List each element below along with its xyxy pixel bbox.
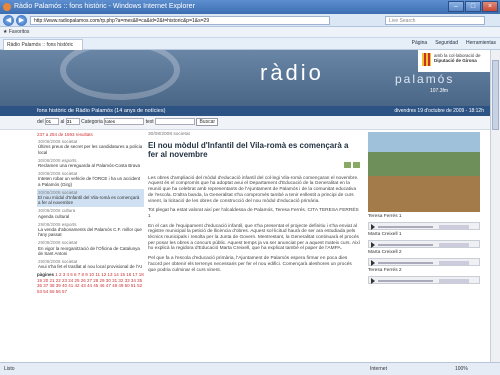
window-buttons: – □ ×: [448, 1, 498, 12]
url-input[interactable]: http://www.radiopalamos.com/rp.php?a=mes…: [30, 16, 330, 25]
search-input[interactable]: Live Search: [385, 16, 485, 25]
back-icon[interactable]: ◀: [3, 15, 14, 26]
article-paragraph: Pel que fa a l'escola d'educació primàri…: [148, 256, 352, 273]
status-bar: Listo Internet 100%: [0, 362, 500, 375]
dipu-line2: Diputació de Girona: [434, 58, 477, 63]
maximize-icon[interactable]: □: [465, 1, 481, 12]
print-icon[interactable]: [353, 161, 360, 168]
tools-menu[interactable]: Herramientas: [466, 40, 496, 46]
audio-player[interactable]: [368, 258, 480, 266]
close-icon[interactable]: ×: [482, 1, 498, 12]
site-logo-sub: palamós: [395, 72, 455, 86]
article: 30/08/2008 societat El nou mòdul d'Infan…: [148, 132, 360, 362]
page-content: ràdio palamós 107.3fm amb la col·laborac…: [0, 50, 490, 362]
filter-from-label: del: [37, 119, 44, 125]
list-item-selected[interactable]: 30/08/2008 societat El nou mòdul d'Infant…: [37, 188, 144, 208]
article-tools: [148, 161, 360, 170]
address-bar: ◀ ▶ http://www.radiopalamos.com/rp.php?a…: [0, 14, 500, 27]
article-paragraph: Tot plegat ha estat valorat així per l'a…: [148, 208, 359, 219]
article-title: El nou mòdul d'Infantil del Vila-romà es…: [148, 140, 349, 159]
list-item[interactable]: 29/08/2008 societat En vigor la reorganit…: [37, 239, 144, 258]
day-to-input[interactable]: [65, 118, 80, 126]
seek-bar[interactable]: [378, 262, 433, 264]
search-button[interactable]: Buscar: [196, 118, 219, 126]
current-date: divendres 19 d'octubre de 2009 - 18:12h: [394, 108, 484, 114]
frequency-label: 107.3fm: [430, 88, 449, 94]
text-input[interactable]: [155, 118, 196, 126]
tab-bar: Ràdio Palamós :: fons històric Página Se…: [0, 38, 500, 50]
pagination[interactable]: pàgines 1 2 3 4 5 6 7 8 9 10 11 12 13 14…: [37, 272, 144, 294]
command-bar: Página Seguridad Herramientas: [412, 40, 496, 46]
seek-bar[interactable]: [378, 226, 433, 228]
category-label: Categoria: [81, 119, 103, 125]
media-sidebar: Teresa Ferrés 1 Marta Creixell 1 Marta C…: [368, 132, 480, 362]
day-from-input[interactable]: [45, 118, 60, 126]
section-header: fons històric de Ràdio Palamós (14 anys …: [0, 106, 490, 116]
audio-player[interactable]: [368, 276, 480, 284]
email-icon[interactable]: [344, 161, 351, 168]
page-menu[interactable]: Página: [412, 40, 428, 46]
site-banner: ràdio palamós 107.3fm amb la col·laborac…: [0, 50, 490, 106]
status-text: Listo: [4, 366, 15, 372]
results-count: 237 a 284 de 1693 resultats: [37, 132, 93, 137]
volume-slider[interactable]: [439, 243, 469, 247]
scrollbar-thumb[interactable]: [492, 60, 499, 130]
play-icon[interactable]: [371, 224, 375, 230]
audio-caption: Teresa Ferrés 1: [368, 214, 402, 219]
list-item[interactable]: 29/08/2008 esports La venda d'abonaments …: [37, 221, 144, 240]
list-item[interactable]: 30/08/2008 cultura Agenda cultural: [37, 207, 144, 220]
tab-active[interactable]: Ràdio Palamós :: fons històric: [3, 39, 83, 50]
security-zone: Internet: [370, 366, 387, 372]
minimize-icon[interactable]: –: [448, 1, 464, 12]
safety-menu[interactable]: Seguridad: [435, 40, 458, 46]
list-item[interactable]: 30/08/2008 esports Reclamen una rereguard…: [37, 157, 144, 170]
vertical-scrollbar[interactable]: [490, 50, 500, 362]
audio-caption: Marta Creixell 2: [368, 250, 402, 255]
zoom-level[interactable]: 100%: [455, 363, 468, 375]
shield-icon: [422, 53, 431, 66]
favorites-bar: ★ Favoritos: [0, 27, 500, 38]
volume-slider[interactable]: [439, 261, 469, 265]
seek-bar[interactable]: [378, 280, 433, 282]
audio-player[interactable]: [368, 222, 480, 230]
list-item[interactable]: 30/08/2008 societat Inteten robar un vehi…: [37, 170, 144, 189]
audio-caption: Marta Creixell 1: [368, 232, 402, 237]
seek-bar[interactable]: [378, 244, 433, 246]
site-logo[interactable]: ràdio: [260, 60, 324, 86]
filter-bar: del al Categoria text Buscar: [0, 116, 490, 130]
browser-window: Ràdio Palamós :: fons històric - Windows…: [0, 0, 500, 375]
window-titlebar: Ràdio Palamós :: fons històric - Windows…: [0, 0, 500, 14]
ie-logo-icon: [3, 3, 11, 11]
section-title: fons històric de Ràdio Palamós (14 anys …: [37, 108, 166, 114]
article-paragraph: Les obres d'ampliació del mòdul d'educac…: [148, 175, 359, 204]
filter-to-label: al: [60, 119, 65, 125]
audio-player[interactable]: [368, 240, 480, 248]
play-icon[interactable]: [371, 278, 375, 284]
play-icon[interactable]: [371, 260, 375, 266]
category-select[interactable]: [104, 118, 145, 126]
favorites-button[interactable]: Favoritos: [9, 29, 30, 35]
window-title: Ràdio Palamós :: fons històric - Windows…: [14, 3, 195, 10]
volume-slider[interactable]: [439, 225, 469, 229]
text-label: text: [145, 119, 154, 125]
list-item[interactable]: 29/08/2008 societat Avui s'ha fet el tras…: [37, 258, 144, 271]
forward-icon[interactable]: ▶: [16, 15, 27, 26]
wave-logo-icon: [60, 50, 180, 100]
list-item[interactable]: 30/08/2008 societat Últims preus de secre…: [37, 138, 144, 157]
diputacio-logo[interactable]: amb la col·laboració de Diputació de Gir…: [418, 50, 490, 72]
volume-slider[interactable]: [439, 279, 469, 283]
audio-caption: Teresa Ferrés 2: [368, 268, 402, 273]
article-paragraph: En el cas de l'equipament d'educació inf…: [148, 223, 360, 252]
play-icon[interactable]: [371, 242, 375, 248]
article-photo: [368, 132, 480, 212]
results-list: 237 a 284 de 1693 resultats 30/08/2008 s…: [37, 132, 144, 362]
article-date: 30/08/2008 societat: [148, 132, 190, 137]
